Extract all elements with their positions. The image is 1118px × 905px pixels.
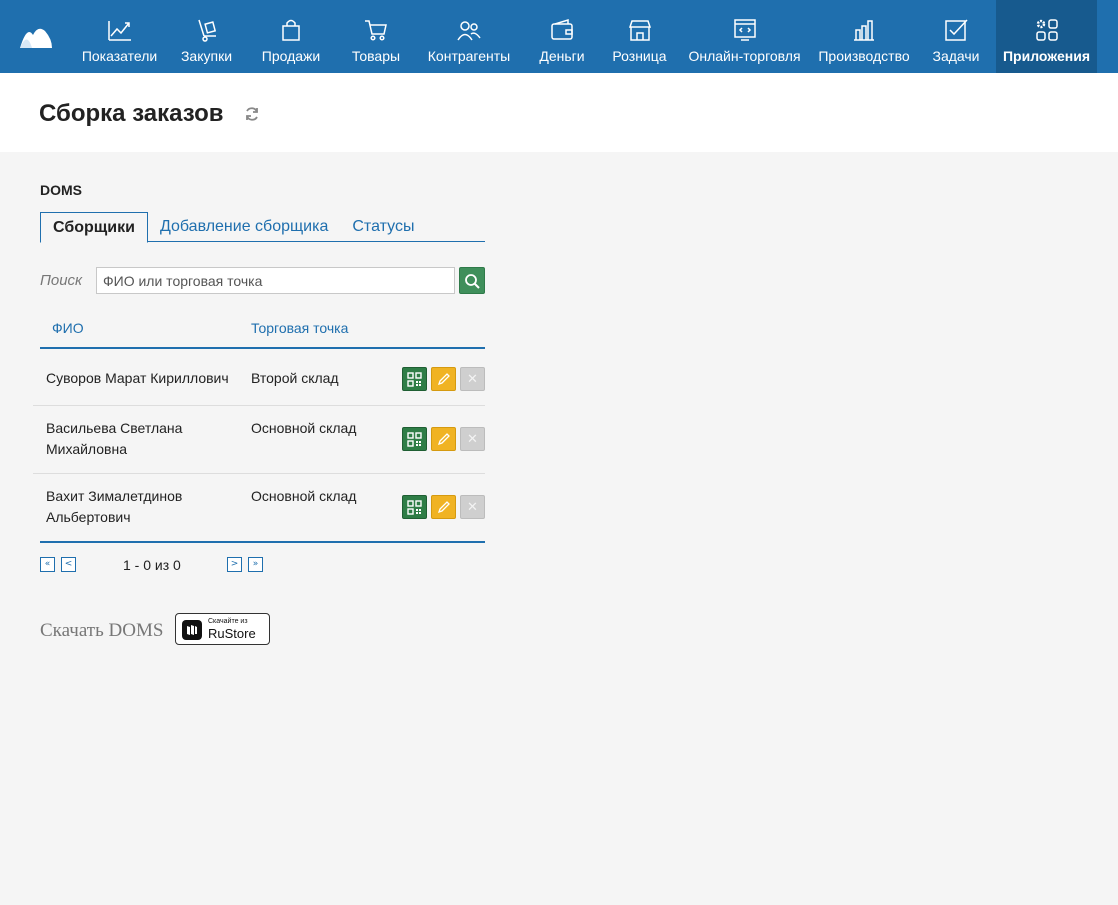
tabs: Сборщики Добавление сборщика Статусы — [40, 212, 485, 243]
pager-next-button[interactable]: > — [227, 557, 242, 572]
cell-store: Основной склад — [251, 488, 357, 504]
nav-item-production[interactable]: Производство — [812, 0, 916, 73]
chart-line-icon — [107, 21, 131, 41]
search-button[interactable] — [459, 267, 485, 294]
top-navigation: Показатели Закупки Продажи Товары Контра… — [0, 0, 1118, 73]
row-actions: ✕ — [402, 427, 485, 451]
nav-label: Показатели — [81, 48, 158, 64]
close-icon: ✕ — [467, 371, 478, 387]
assemblers-table: ФИО Торговая точка Суворов Марат Кирилло… — [33, 310, 485, 543]
hand-truck-icon — [197, 19, 216, 42]
refresh-icon[interactable] — [244, 106, 260, 122]
qr-code-button[interactable] — [402, 367, 427, 391]
tab-statuses[interactable]: Статусы — [340, 212, 426, 242]
apps-gear-icon — [1035, 19, 1058, 41]
pager-prev-button[interactable]: < — [61, 557, 76, 572]
cell-store: Второй склад — [251, 370, 339, 386]
table-row: Суворов Марат Кириллович Второй склад ✕ — [33, 349, 485, 406]
delete-button[interactable]: ✕ — [460, 427, 485, 451]
logo-icon — [20, 28, 52, 48]
column-header-store[interactable]: Торговая точка — [251, 320, 348, 336]
pager-info: 1 - 0 из 0 — [123, 557, 181, 573]
tab-add-assembler[interactable]: Добавление сборщика — [148, 212, 340, 242]
nav-item-tasks[interactable]: Задачи — [916, 0, 996, 73]
search-label: Поиск — [40, 272, 83, 289]
delete-button[interactable]: ✕ — [460, 367, 485, 391]
row-actions: ✕ — [402, 495, 485, 519]
edit-button[interactable] — [431, 367, 456, 391]
table-row: Вахит Зималетдинов Альбертович Основной … — [40, 474, 485, 543]
rustore-logo-icon — [182, 620, 202, 640]
app-name: DOMS — [40, 182, 82, 198]
wallet-icon — [551, 18, 573, 40]
pager-first-button[interactable]: « — [40, 557, 55, 572]
page-title: Сборка заказов — [39, 100, 224, 127]
cell-name: Суворов Марат Кириллович — [46, 370, 229, 386]
qr-code-icon — [407, 499, 422, 515]
nav-item-sales[interactable]: Продажи — [246, 0, 336, 73]
close-icon: ✕ — [467, 499, 478, 515]
nav-label: Контрагенты — [427, 48, 511, 64]
nav-item-counterparties[interactable]: Контрагенты — [416, 0, 522, 73]
edit-button[interactable] — [431, 427, 456, 451]
nav-label: Деньги — [539, 48, 585, 64]
table-header: ФИО Торговая точка — [40, 310, 485, 349]
cell-name: Вахит Зималетдинов Альбертович — [46, 488, 183, 525]
nav-label: Производство — [818, 48, 910, 64]
pencil-icon — [437, 373, 450, 386]
nav-label: Задачи — [932, 48, 980, 64]
rustore-badge-caption: Скачайте из — [208, 618, 248, 625]
storefront-icon — [628, 20, 651, 41]
nav-label: Закупки — [180, 48, 233, 64]
nav-label: Приложения — [1002, 48, 1091, 64]
shopping-bag-icon — [282, 19, 300, 41]
edit-button[interactable] — [431, 495, 456, 519]
nav-item-indicators[interactable]: Показатели — [72, 0, 167, 73]
nav-item-online-trade[interactable]: Онлайн-торговля — [677, 0, 812, 73]
qr-code-button[interactable] — [402, 427, 427, 451]
tab-assemblers[interactable]: Сборщики — [40, 212, 148, 243]
factory-icon — [854, 20, 874, 41]
nav-label: Товары — [351, 48, 401, 64]
people-icon — [457, 21, 481, 41]
page-header: Сборка заказов — [0, 73, 1118, 152]
nav-label: Розница — [612, 48, 667, 64]
close-icon: ✕ — [467, 431, 478, 447]
search-input[interactable] — [96, 267, 455, 294]
nav-item-money[interactable]: Деньги — [522, 0, 602, 73]
rustore-badge[interactable]: Скачайте из RuStore — [175, 613, 270, 645]
logo[interactable] — [0, 0, 72, 73]
qr-code-icon — [407, 431, 422, 447]
cell-name: Васильева Светлана Михайловна — [46, 420, 183, 457]
pager-last-button[interactable]: » — [248, 557, 263, 572]
nav-item-goods[interactable]: Товары — [336, 0, 416, 73]
nav-item-purchases[interactable]: Закупки — [167, 0, 246, 73]
search-icon — [465, 273, 480, 289]
online-store-icon — [733, 19, 756, 41]
column-header-name[interactable]: ФИО — [52, 320, 84, 336]
cell-store: Основной склад — [251, 420, 357, 436]
nav-item-applications[interactable]: Приложения — [996, 0, 1097, 73]
pagination: « < 1 - 0 из 0 > » — [40, 557, 280, 575]
table-row: Васильева Светлана Михайловна Основной с… — [33, 406, 485, 474]
pencil-icon — [437, 501, 450, 514]
download-label: Скачать DOMS — [40, 620, 164, 641]
rustore-badge-title: RuStore — [208, 626, 256, 641]
nav-item-retail[interactable]: Розница — [602, 0, 677, 73]
cart-icon — [365, 20, 387, 41]
row-actions: ✕ — [402, 367, 485, 391]
pencil-icon — [437, 433, 450, 446]
delete-button[interactable]: ✕ — [460, 495, 485, 519]
checkbox-icon — [945, 19, 968, 41]
qr-code-icon — [407, 371, 422, 387]
nav-label: Продажи — [261, 48, 321, 64]
nav-label: Онлайн-торговля — [688, 48, 801, 64]
qr-code-button[interactable] — [402, 495, 427, 519]
